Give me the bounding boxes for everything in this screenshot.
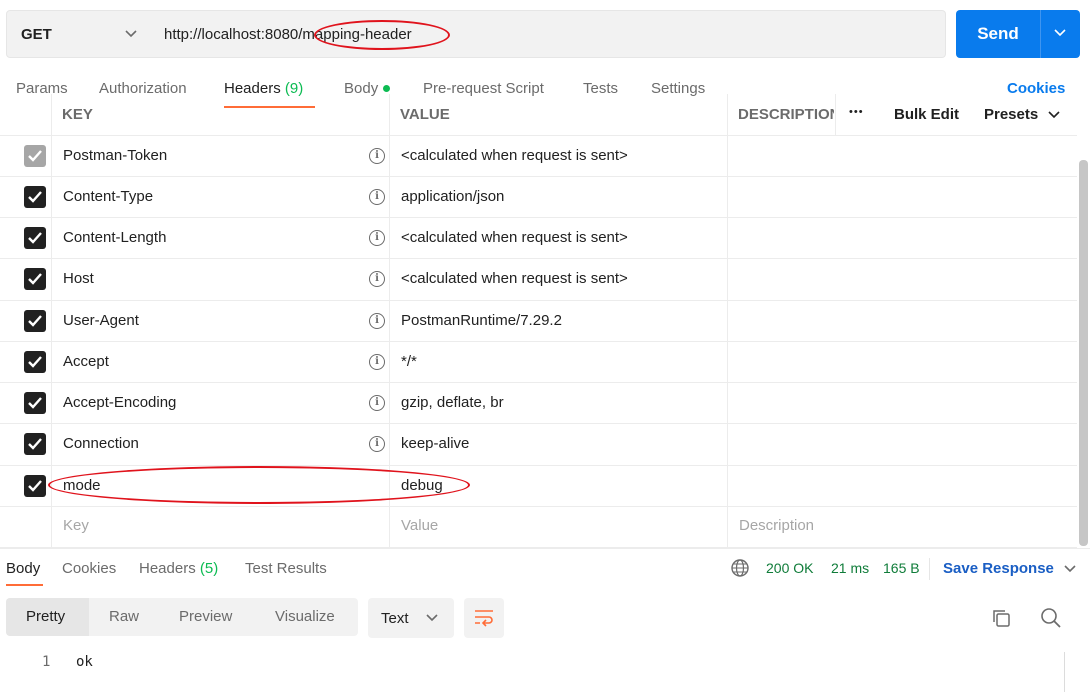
row-checkbox[interactable]	[24, 268, 46, 290]
row-checkbox[interactable]	[24, 351, 46, 373]
chevron-down-icon	[125, 30, 137, 38]
checkmark-icon	[28, 150, 42, 162]
header-value[interactable]: keep-alive	[401, 435, 469, 452]
info-icon[interactable]: i	[369, 354, 385, 370]
checkmark-icon	[28, 397, 42, 409]
response-tab-cookies[interactable]: Cookies	[62, 560, 116, 577]
row-checkbox[interactable]	[24, 433, 46, 455]
presets-label: Presets	[984, 106, 1039, 123]
checkmark-icon	[28, 232, 42, 244]
row-checkbox[interactable]	[24, 145, 46, 167]
response-body-text[interactable]: ok	[76, 654, 93, 670]
header-key[interactable]: Accept	[63, 353, 109, 370]
bulk-edit-button[interactable]: Bulk Edit	[894, 106, 959, 123]
format-select[interactable]: Text	[368, 598, 454, 638]
divider	[0, 548, 1090, 549]
method-select[interactable]: GET	[6, 10, 152, 58]
chevron-down-icon	[426, 614, 438, 622]
chevron-down-icon	[1048, 111, 1060, 119]
checkmark-icon	[28, 438, 42, 450]
header-key[interactable]: Content-Length	[63, 229, 166, 246]
header-key[interactable]: Postman-Token	[63, 147, 167, 164]
header-key[interactable]: Host	[63, 270, 94, 287]
header-value[interactable]: <calculated when request is sent>	[401, 229, 628, 246]
info-icon[interactable]: i	[369, 395, 385, 411]
send-button[interactable]: Send	[956, 10, 1080, 58]
row-checkbox[interactable]	[24, 310, 46, 332]
divider	[929, 558, 930, 580]
row-checkbox[interactable]	[24, 475, 46, 497]
new-key-input[interactable]: Key	[63, 517, 89, 534]
header-key[interactable]: Connection	[63, 435, 139, 452]
checkmark-icon	[28, 191, 42, 203]
view-mode-pretty[interactable]: Pretty	[26, 608, 65, 625]
response-time[interactable]: 21 ms	[831, 560, 869, 576]
annotation-circle-url	[314, 20, 450, 50]
send-label: Send	[977, 24, 1019, 43]
response-size[interactable]: 165 B	[883, 560, 920, 576]
info-icon[interactable]: i	[369, 313, 385, 329]
column-header-description: DESCRIPTION	[738, 106, 834, 123]
presets-button[interactable]: Presets	[984, 106, 1060, 123]
checkmark-icon	[28, 356, 42, 368]
header-value[interactable]: application/json	[401, 188, 504, 205]
annotation-circle-mode	[48, 466, 470, 504]
info-icon[interactable]: i	[369, 230, 385, 246]
view-mode-visualize[interactable]: Visualize	[275, 608, 335, 625]
column-header-value: VALUE	[400, 106, 450, 123]
status-dot	[383, 84, 391, 92]
info-icon[interactable]: i	[369, 189, 385, 205]
row-checkbox[interactable]	[24, 227, 46, 249]
editor-scrollbar-track	[1064, 652, 1065, 692]
chevron-down-icon	[1064, 565, 1076, 573]
line-number: 1	[42, 654, 51, 670]
view-mode-raw[interactable]: Raw	[109, 608, 139, 625]
status-code[interactable]: 200 OK	[766, 560, 813, 576]
header-key[interactable]: User-Agent	[63, 312, 139, 329]
new-value-input[interactable]: Value	[401, 517, 438, 534]
header-value[interactable]: */*	[401, 353, 417, 370]
info-icon[interactable]: i	[369, 148, 385, 164]
response-tab-body[interactable]: Body	[6, 560, 40, 577]
column-header-key: KEY	[62, 106, 93, 123]
copy-icon[interactable]	[991, 608, 1011, 628]
response-tab-headers-count: (5)	[199, 560, 219, 577]
more-options-icon[interactable]: •••	[849, 106, 864, 118]
checkmark-icon	[28, 480, 42, 492]
header-value[interactable]: <calculated when request is sent>	[401, 270, 628, 287]
header-key[interactable]: Content-Type	[63, 188, 153, 205]
header-value[interactable]: PostmanRuntime/7.29.2	[401, 312, 562, 329]
row-checkbox[interactable]	[24, 392, 46, 414]
header-value[interactable]: gzip, deflate, br	[401, 394, 504, 411]
globe-icon[interactable]	[731, 559, 749, 577]
scrollbar[interactable]	[1079, 160, 1088, 546]
method-label: GET	[21, 26, 52, 43]
save-response-button[interactable]: Save Response	[943, 560, 1076, 577]
checkmark-icon	[28, 315, 42, 327]
view-mode-preview[interactable]: Preview	[179, 608, 232, 625]
chevron-down-icon[interactable]	[1054, 29, 1066, 37]
response-tab-headers-label: Headers	[139, 560, 196, 577]
header-key[interactable]: Accept-Encoding	[63, 394, 176, 411]
url-input[interactable]: http://localhost:8080/mapping-header	[151, 10, 946, 58]
wrap-lines-icon	[475, 610, 493, 627]
checkmark-icon	[28, 273, 42, 285]
response-tab-test-results[interactable]: Test Results	[245, 560, 327, 577]
search-icon[interactable]	[1040, 607, 1062, 629]
format-label: Text	[381, 610, 409, 627]
wrap-lines-button[interactable]	[464, 598, 504, 638]
info-icon[interactable]: i	[369, 271, 385, 287]
active-response-tab-indicator	[6, 584, 43, 586]
header-value[interactable]: <calculated when request is sent>	[401, 147, 628, 164]
row-checkbox[interactable]	[24, 186, 46, 208]
save-response-label: Save Response	[943, 560, 1054, 577]
new-description-input[interactable]: Description	[739, 517, 814, 534]
send-divider	[1040, 10, 1041, 58]
response-tab-headers[interactable]: Headers (5)	[139, 560, 218, 577]
info-icon[interactable]: i	[369, 436, 385, 452]
view-mode-segment: Pretty Raw Preview Visualize	[6, 598, 358, 636]
